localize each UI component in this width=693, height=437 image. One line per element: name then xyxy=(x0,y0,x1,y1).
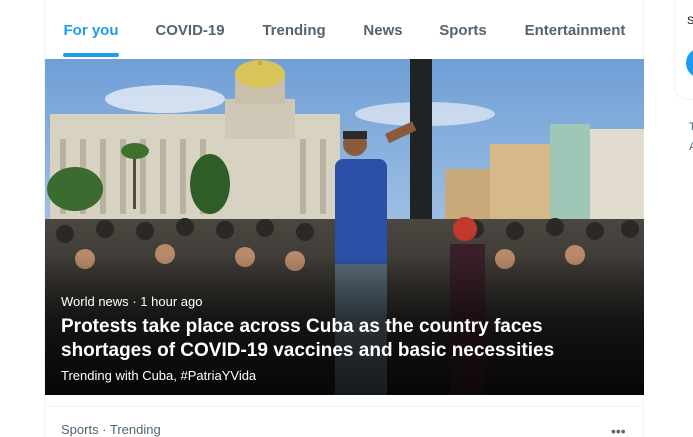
tab-label: News xyxy=(363,22,403,39)
active-tab-indicator xyxy=(63,53,119,57)
right-sidebar-text: S xyxy=(687,15,693,27)
meta-separator: · xyxy=(132,294,137,309)
right-sidebar-text: T xyxy=(689,121,693,133)
hero-story-card[interactable]: World news · 1 hour ago Protests take pl… xyxy=(45,59,644,395)
hero-trending-line: Trending with Cuba, #PatriaYVida xyxy=(61,368,256,383)
explore-tabs: For you COVID-19 Trending News Sports En… xyxy=(45,0,644,58)
explore-column: For you COVID-19 Trending News Sports En… xyxy=(44,0,644,437)
story-category: World news xyxy=(61,294,129,309)
hero-headline: Protests take place across Cuba as the c… xyxy=(61,316,555,361)
trending-tag-cuba[interactable]: Cuba, xyxy=(142,368,177,383)
story-time: 1 hour ago xyxy=(140,294,203,309)
right-sidebar-text: A xyxy=(689,141,693,153)
tab-label: Entertainment xyxy=(524,22,626,39)
hero-meta: World news · 1 hour ago xyxy=(61,294,202,309)
tab-trending[interactable]: Trending xyxy=(252,0,336,58)
trending-prefix: Trending with xyxy=(61,368,139,383)
tab-entertainment[interactable]: Entertainment xyxy=(515,0,635,58)
tab-label: Trending xyxy=(262,22,326,39)
trend-item-meta: Sports · Trending xyxy=(61,422,161,437)
tab-label: For you xyxy=(63,22,119,39)
section-divider xyxy=(45,406,644,407)
tab-for-you[interactable]: For you xyxy=(45,0,137,58)
tab-news[interactable]: News xyxy=(354,0,412,58)
tab-covid-19[interactable]: COVID-19 xyxy=(145,0,235,58)
tab-label: COVID-19 xyxy=(155,22,225,39)
trending-tag-patriayvida[interactable]: #PatriaYVida xyxy=(181,368,257,383)
tab-label: Sports xyxy=(439,22,487,39)
tab-sports[interactable]: Sports xyxy=(430,0,496,58)
more-dots-icon[interactable]: ••• xyxy=(611,424,631,437)
